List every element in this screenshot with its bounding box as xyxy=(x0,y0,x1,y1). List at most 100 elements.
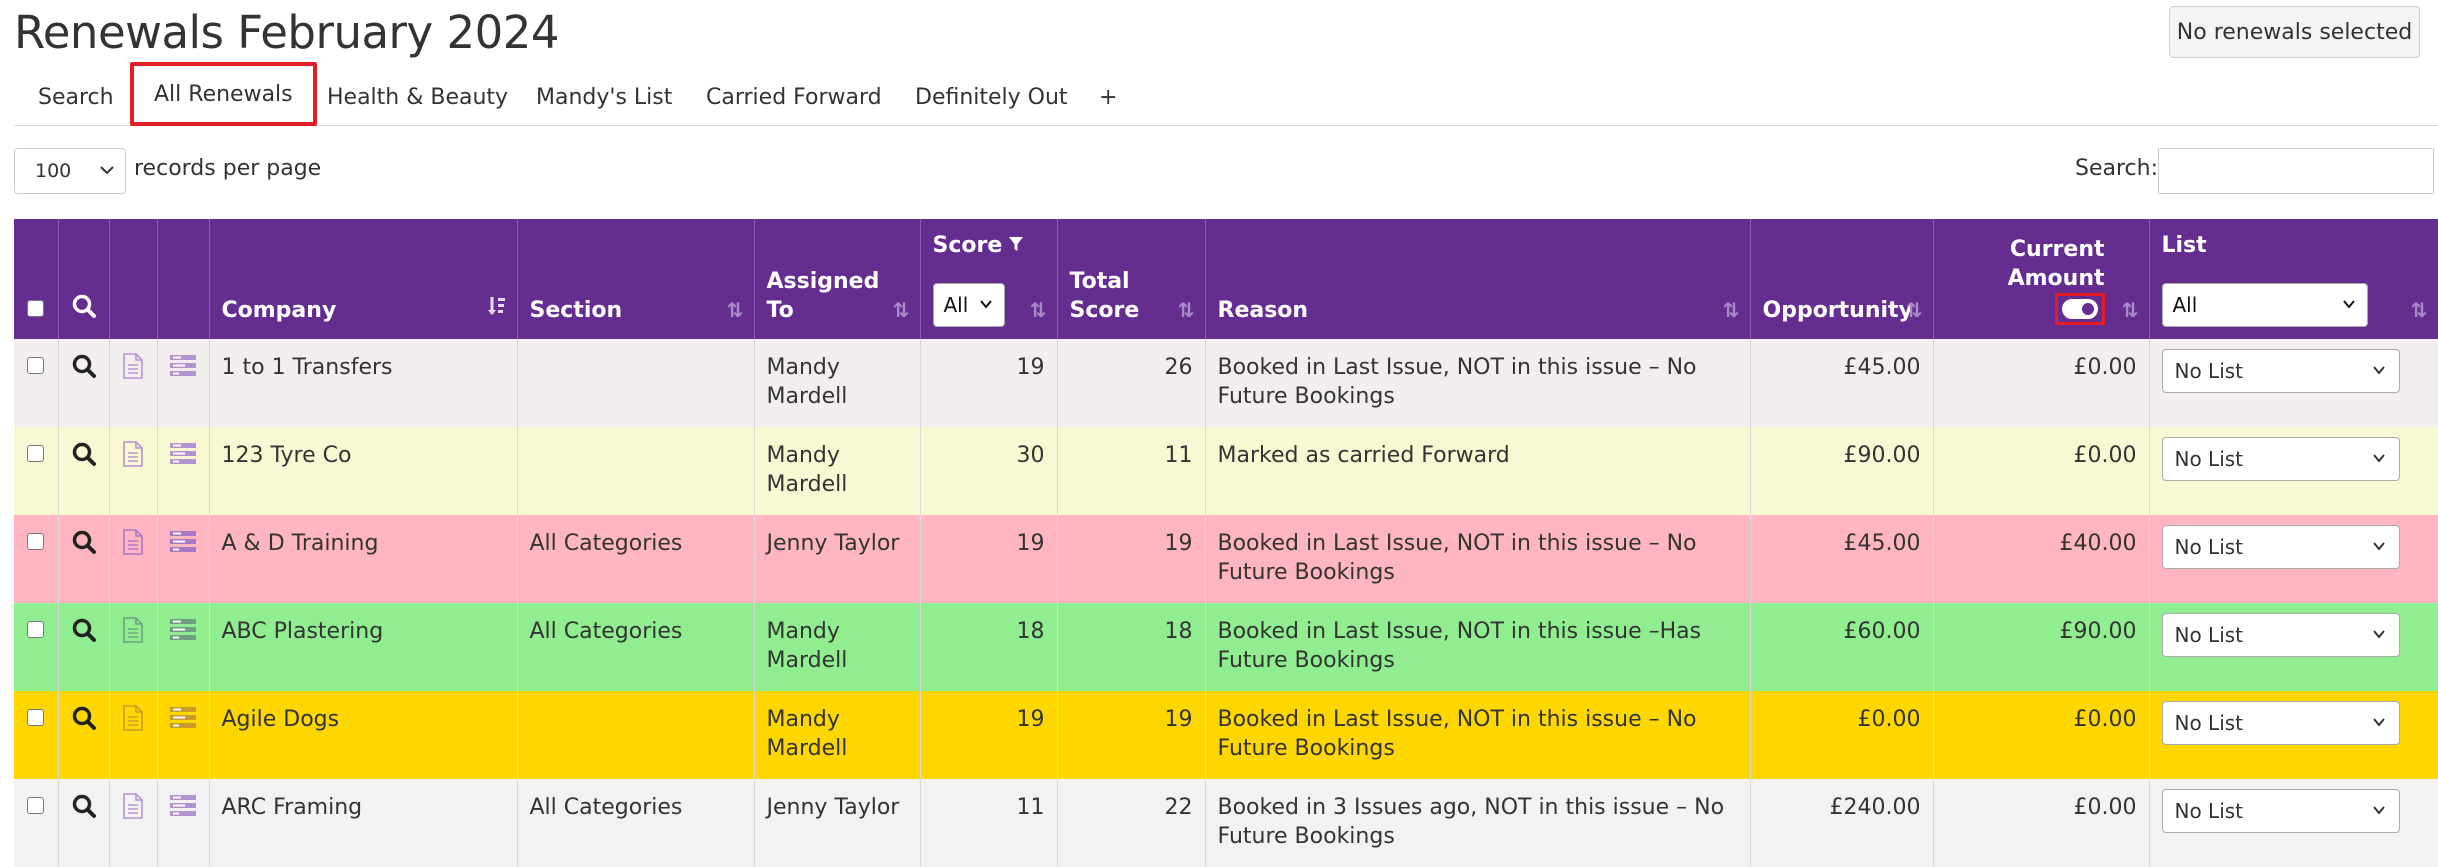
score-filter-select[interactable]: All xyxy=(932,283,1005,327)
list-filter-select[interactable]: All xyxy=(2161,283,2368,327)
document-icon[interactable] xyxy=(122,705,144,737)
list-details-icon[interactable] xyxy=(169,707,197,735)
assigned-to-cell: Jenny Taylor xyxy=(754,515,921,603)
search-icon[interactable] xyxy=(71,530,97,561)
row-list-select[interactable]: No List xyxy=(2161,701,2400,745)
section-cell xyxy=(517,427,755,515)
table-row[interactable]: ABC Plastering All Categories Mandy Mardel… xyxy=(14,603,2438,691)
sort-icon[interactable]: ⇅ xyxy=(1906,296,1923,325)
table-row[interactable]: 123 Tyre Co Mandy Mardell 30 11 Marked as ca… xyxy=(14,427,2438,515)
row-checkbox[interactable] xyxy=(27,445,45,462)
tab-all-renewals[interactable]: All Renewals xyxy=(130,62,317,126)
tab-mandys-list[interactable]: Mandy's List xyxy=(536,68,672,126)
tab-carried-forward[interactable]: Carried Forward xyxy=(706,68,882,126)
search-icon xyxy=(71,294,97,325)
total-score-column-header[interactable]: Total Score ⇅ xyxy=(1057,219,1206,339)
sort-icon[interactable]: ⇅ xyxy=(727,296,744,325)
records-per-page-label: records per page xyxy=(134,156,322,181)
opportunity-column-header[interactable]: Opportunity ⇅ xyxy=(1750,219,1934,339)
current-amount-toggle[interactable] xyxy=(2061,299,2098,319)
sort-asc-icon[interactable] xyxy=(487,295,507,325)
row-list-select[interactable]: No List xyxy=(2161,349,2400,393)
search-icon[interactable] xyxy=(71,442,97,473)
select-all-checkbox[interactable] xyxy=(27,300,45,317)
row-checkbox[interactable] xyxy=(27,621,45,638)
total-score-cell: 22 xyxy=(1057,779,1206,867)
sort-icon[interactable]: ⇅ xyxy=(1178,296,1195,325)
company-column-header[interactable]: Company xyxy=(209,219,518,339)
list-details-icon[interactable] xyxy=(169,355,197,383)
row-checkbox[interactable] xyxy=(27,709,45,726)
search-icon[interactable] xyxy=(71,618,97,649)
list-cell: No List xyxy=(2149,515,2438,603)
row-checkbox[interactable] xyxy=(27,533,45,550)
table-row[interactable]: 1 to 1 Transfers Mandy Mardell 19 26 Booked … xyxy=(14,339,2438,427)
document-icon[interactable] xyxy=(122,353,144,385)
sort-icon[interactable]: ⇅ xyxy=(1723,296,1740,325)
tab-definitely-out[interactable]: Definitely Out xyxy=(915,68,1068,126)
view-cell xyxy=(58,691,110,779)
document-icon[interactable] xyxy=(122,793,144,825)
search-icon[interactable] xyxy=(71,794,97,825)
selection-status-button[interactable]: No renewals selected xyxy=(2169,6,2420,58)
reason-cell: Booked in Last Issue, NOT in this issue … xyxy=(1205,603,1751,691)
score-cell: 19 xyxy=(920,339,1058,427)
section-cell: All Categories xyxy=(517,515,755,603)
current-amount-cell: £0.00 xyxy=(1933,427,2150,515)
row-list-select[interactable]: No List xyxy=(2161,525,2400,569)
sort-icon[interactable]: ⇅ xyxy=(1030,296,1047,325)
page-title: Renewals February 2024 xyxy=(14,6,560,59)
notes-cell xyxy=(109,603,158,691)
table-row[interactable]: ARC Framing All Categories Jenny Taylor 11 2… xyxy=(14,779,2438,867)
search-icon[interactable] xyxy=(71,354,97,385)
assigned-to-cell: Mandy Mardell xyxy=(754,691,921,779)
row-list-select[interactable]: No List xyxy=(2161,437,2400,481)
opportunity-cell: £45.00 xyxy=(1750,339,1934,427)
row-list-value: No List xyxy=(2174,622,2244,647)
tab-health-beauty[interactable]: Health & Beauty xyxy=(327,68,508,126)
total-score-cell: 19 xyxy=(1057,691,1206,779)
assigned-to-cell: Mandy Mardell xyxy=(754,339,921,427)
list-details-icon[interactable] xyxy=(169,795,197,823)
opportunity-header-label: Opportunity xyxy=(1762,298,1913,323)
opportunity-cell: £90.00 xyxy=(1750,427,1934,515)
sort-icon[interactable]: ⇅ xyxy=(2122,296,2139,325)
filter-icon[interactable] xyxy=(1008,231,1024,260)
document-icon[interactable] xyxy=(122,617,144,649)
document-icon[interactable] xyxy=(122,441,144,473)
score-column-header[interactable]: Score All ⇅ xyxy=(920,219,1058,339)
table-row[interactable]: Agile Dogs Mandy Mardell 19 19 Booked in Las… xyxy=(14,691,2438,779)
current-amount-column-header[interactable]: Current Amount ⇅ xyxy=(1933,219,2150,339)
details-cell xyxy=(157,515,210,603)
list-details-icon[interactable] xyxy=(169,531,197,559)
assigned-to-column-header[interactable]: Assigned To ⇅ xyxy=(754,219,921,339)
search-icon[interactable] xyxy=(71,706,97,737)
details-cell xyxy=(157,339,210,427)
chevron-down-icon xyxy=(978,291,994,320)
score-cell: 30 xyxy=(920,427,1058,515)
row-list-select[interactable]: No List xyxy=(2161,789,2400,833)
add-tab-button[interactable]: + xyxy=(1099,68,1117,126)
row-list-select[interactable]: No List xyxy=(2161,613,2400,657)
tab-search[interactable]: Search xyxy=(38,68,114,126)
records-per-page-select[interactable]: 100 xyxy=(14,148,126,194)
sort-icon[interactable]: ⇅ xyxy=(2411,296,2428,325)
table-row[interactable]: A & D Training All Categories Jenny Taylor… xyxy=(14,515,2438,603)
search-input[interactable] xyxy=(2158,148,2434,194)
row-checkbox[interactable] xyxy=(27,357,45,374)
opportunity-cell: £45.00 xyxy=(1750,515,1934,603)
sort-icon[interactable]: ⇅ xyxy=(893,296,910,325)
list-cell: No List xyxy=(2149,339,2438,427)
document-icon[interactable] xyxy=(122,529,144,561)
row-checkbox-cell xyxy=(14,427,59,515)
list-details-icon[interactable] xyxy=(169,443,197,471)
list-header-label: List xyxy=(2161,233,2207,258)
company-cell: ARC Framing xyxy=(209,779,518,867)
row-list-value: No List xyxy=(2174,534,2244,559)
row-checkbox[interactable] xyxy=(27,797,45,814)
section-column-header[interactable]: Section ⇅ xyxy=(517,219,755,339)
score-header-label: Score xyxy=(932,233,1003,258)
reason-column-header[interactable]: Reason ⇅ xyxy=(1205,219,1751,339)
list-column-header[interactable]: List All ⇅ xyxy=(2149,219,2438,339)
list-details-icon[interactable] xyxy=(169,619,197,647)
